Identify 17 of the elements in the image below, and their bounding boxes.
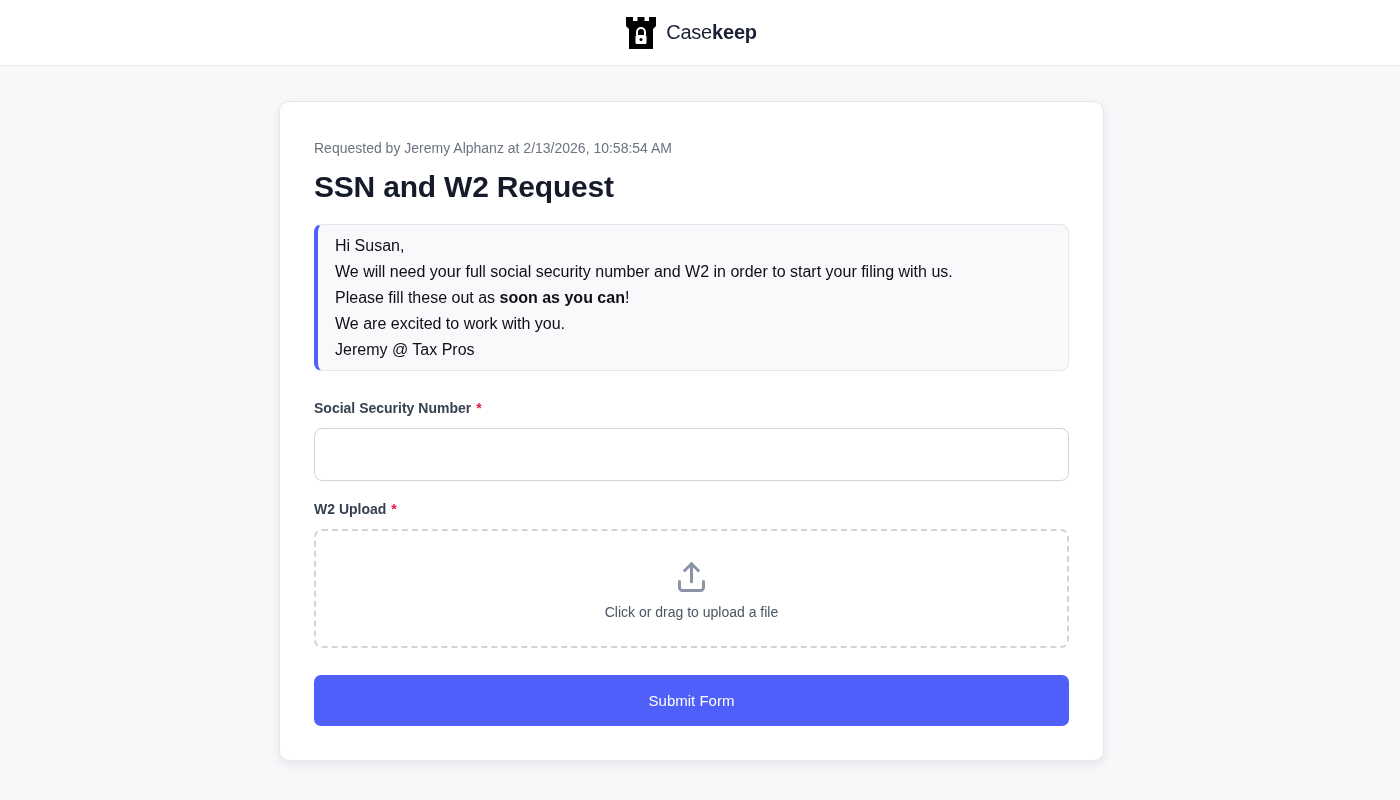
request-meta-text: Requested by Jeremy Alphanz at 2/13/2026, 10:58:54 AM	[314, 139, 674, 158]
required-asterisk: *	[391, 501, 397, 517]
text-input-field[interactable]	[314, 428, 1069, 481]
message-line: Hi Susan,	[335, 236, 406, 256]
brand-name: Casekeep	[666, 21, 757, 44]
castle-lock-icon	[626, 16, 657, 49]
required-asterisk: *	[476, 400, 482, 416]
file-drop-zone[interactable]: Click or drag to upload a file	[314, 529, 1069, 648]
field-label: Social Security Number	[314, 400, 472, 416]
message-line: We will need your full social security number and W2 in order to start your filing with us.	[335, 262, 954, 282]
upload-icon	[678, 561, 705, 592]
message-line: Please fill these out as soon as you can!	[335, 288, 631, 308]
message-line: We are excited to work with you.	[335, 314, 567, 334]
submit-button[interactable]: Submit Form	[314, 675, 1069, 726]
field-label: W2 Upload	[314, 501, 387, 517]
message-line: Jeremy @ Tax Pros	[335, 340, 476, 360]
form-title: SSN and W2 Request	[314, 169, 615, 205]
